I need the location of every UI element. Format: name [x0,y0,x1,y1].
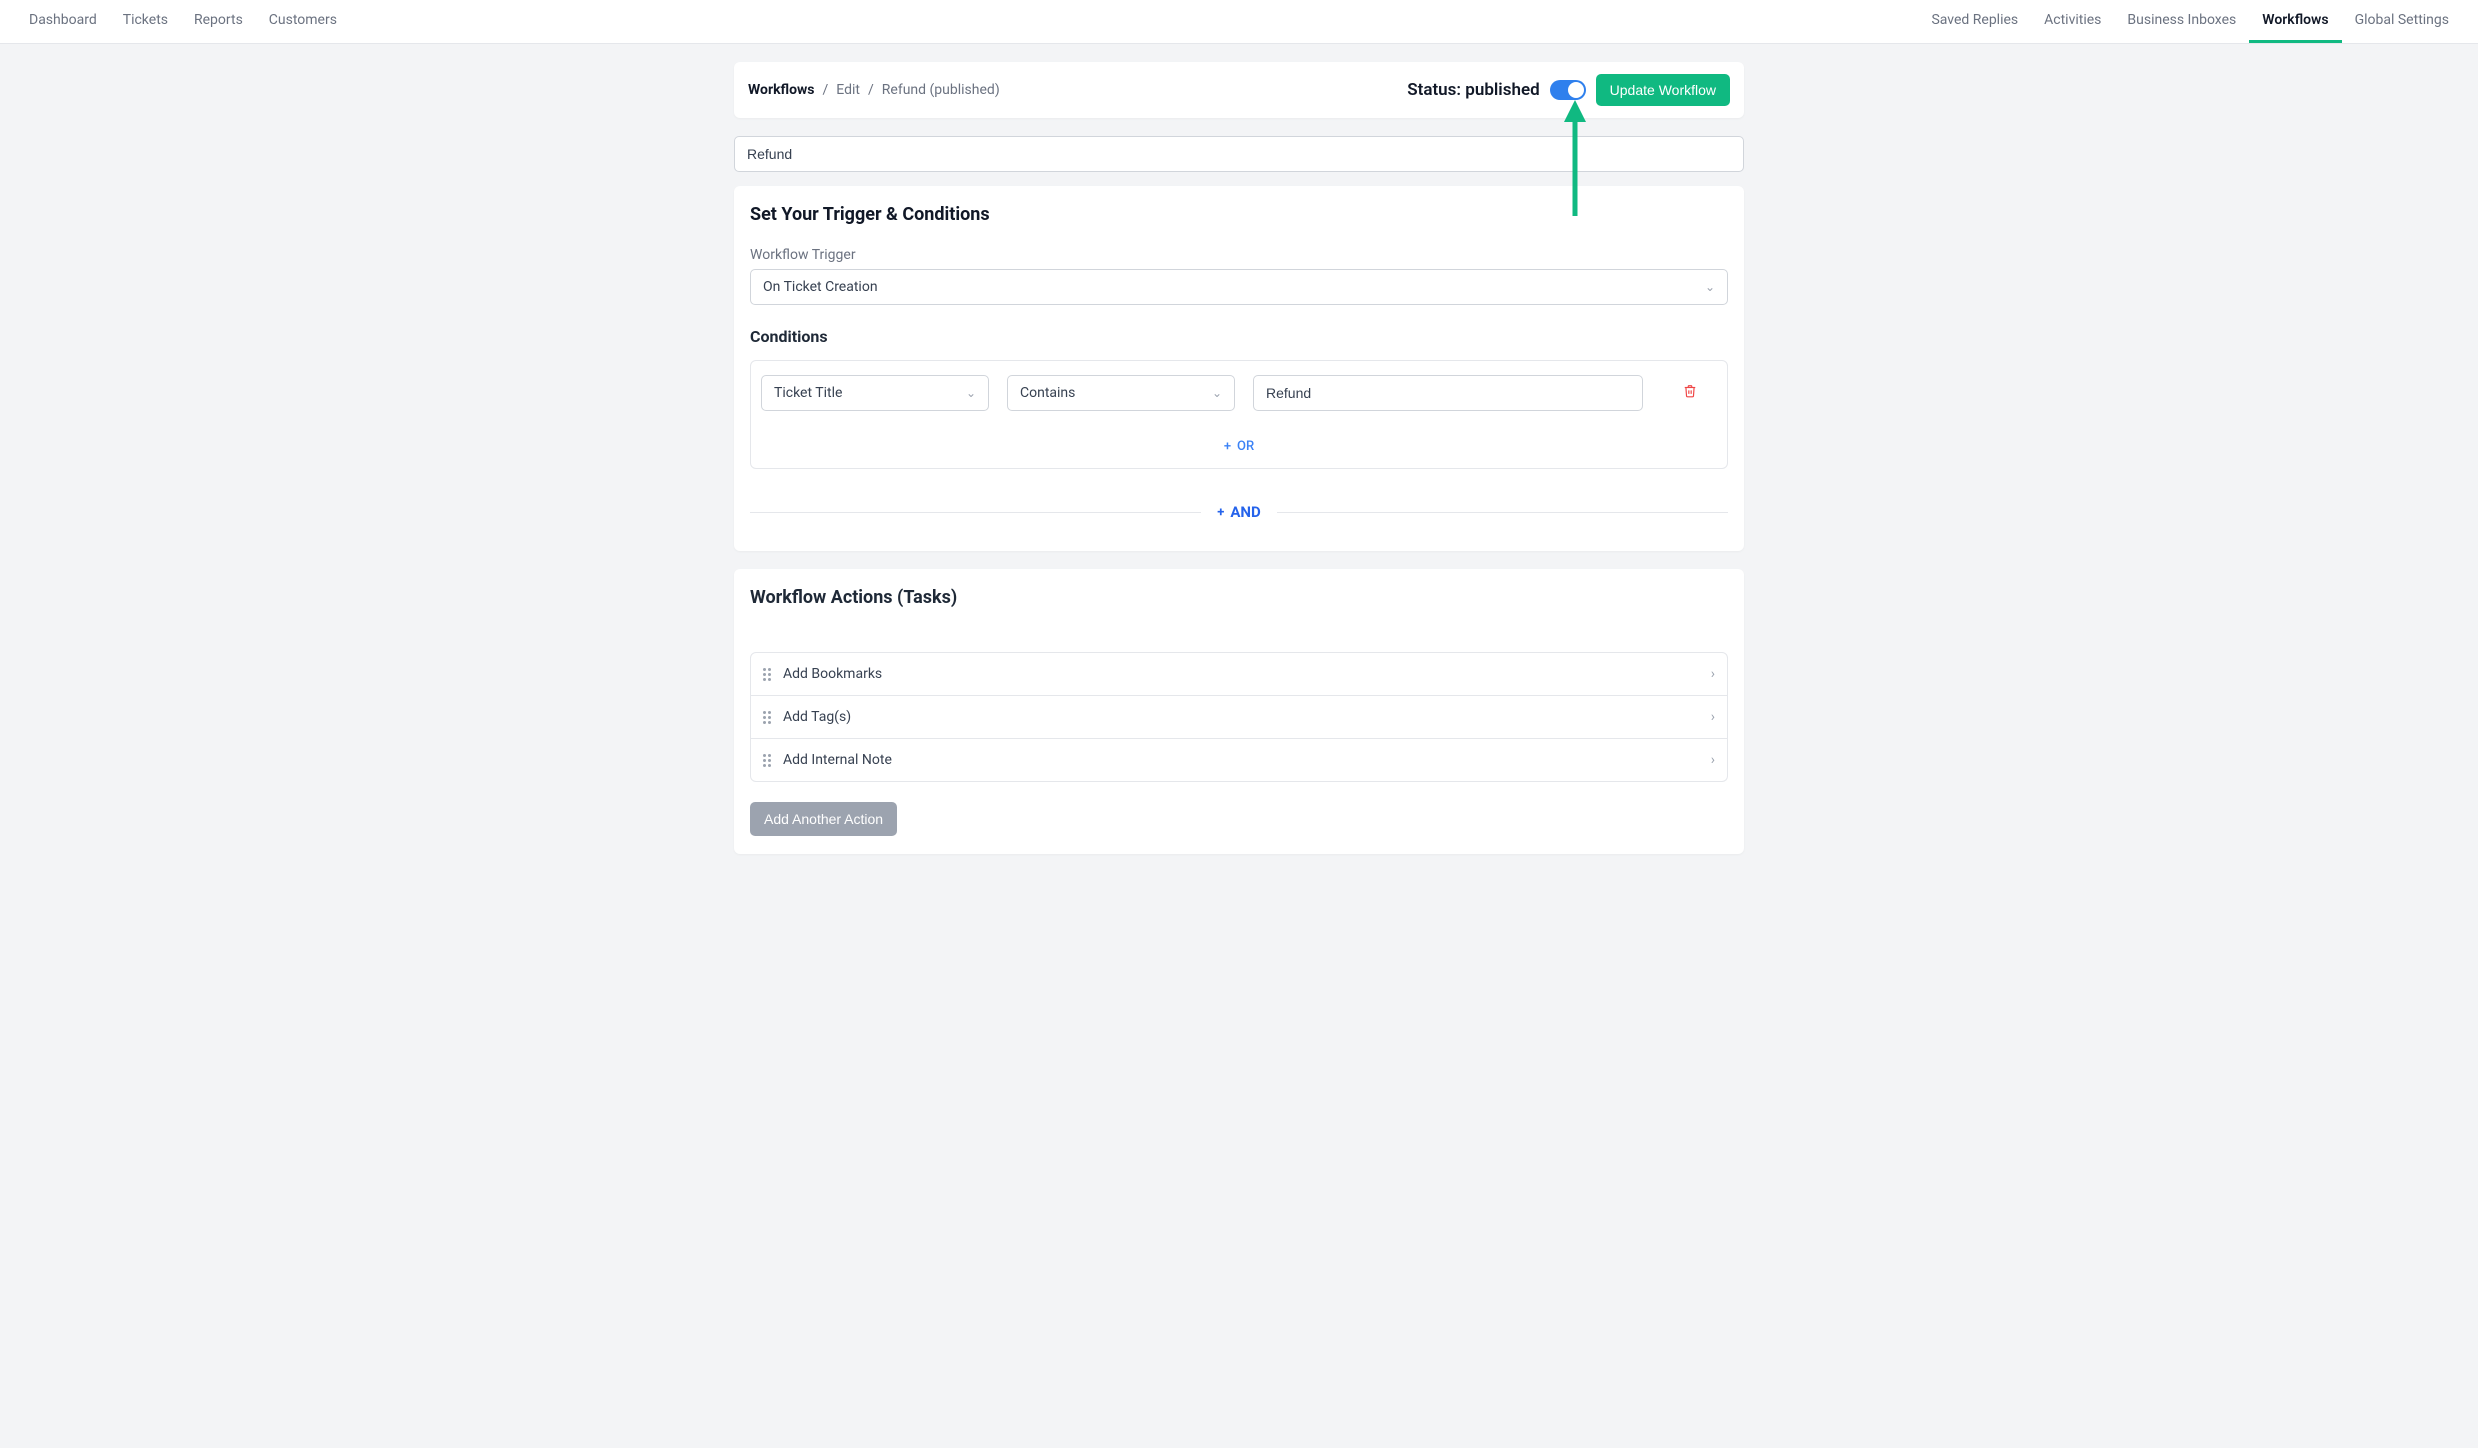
chevron-right-icon: › [1711,709,1715,725]
nav-dashboard[interactable]: Dashboard [16,0,110,43]
add-and-group-button[interactable]: + AND [750,503,1728,521]
breadcrumb-sep: / [868,82,874,98]
conditions-title: Conditions [750,327,1728,346]
nav-global-settings[interactable]: Global Settings [2342,0,2462,43]
drag-handle-icon[interactable] [763,668,771,681]
workflow-name-input[interactable] [734,136,1744,172]
breadcrumb-sep: / [823,82,829,98]
delete-condition-button[interactable] [1683,384,1697,402]
actions-list: Add Bookmarks › Add Tag(s) › [734,630,1744,802]
nav-activities[interactable]: Activities [2031,0,2114,43]
action-item-label: Add Tag(s) [783,709,851,725]
update-workflow-button[interactable]: Update Workflow [1596,74,1730,106]
nav-tickets[interactable]: Tickets [110,0,181,43]
breadcrumb: Workflows / Edit / Refund (published) [748,82,1000,98]
status-area: Status: published Update Workflow [1407,74,1730,106]
actions-title: Workflow Actions (Tasks) [734,569,1744,630]
workflow-name-wrap [734,136,1744,186]
condition-group: Ticket Title ⌄ Contains ⌄ [750,360,1728,469]
or-label: OR [1237,439,1254,454]
chevron-down-icon: ⌄ [1705,280,1715,294]
add-or-condition-button[interactable]: + OR [761,439,1717,454]
chevron-down-icon: ⌄ [1212,386,1222,400]
plus-icon: + [1224,439,1231,454]
condition-operator-select[interactable]: Contains ⌄ [1007,375,1235,411]
action-item-label: Add Internal Note [783,752,892,768]
nav-workflows[interactable]: Workflows [2249,0,2341,43]
trash-icon [1683,384,1697,398]
nav-customers[interactable]: Customers [256,0,350,43]
action-item-label: Add Bookmarks [783,666,882,682]
header-card: Workflows / Edit / Refund (published) St… [734,62,1744,118]
chevron-right-icon: › [1711,666,1715,682]
action-item-internal-note[interactable]: Add Internal Note › [750,739,1728,782]
condition-operator-value: Contains [1020,385,1075,401]
and-label: AND [1230,503,1260,521]
chevron-right-icon: › [1711,752,1715,768]
triggers-card: Set Your Trigger & Conditions Workflow T… [734,186,1744,551]
condition-field-select[interactable]: Ticket Title ⌄ [761,375,989,411]
add-another-action-button[interactable]: Add Another Action [750,802,897,836]
nav-saved-replies[interactable]: Saved Replies [1918,0,2031,43]
triggers-title: Set Your Trigger & Conditions [734,186,1744,247]
trigger-select[interactable]: On Ticket Creation ⌄ [750,269,1728,305]
top-nav: Dashboard Tickets Reports Customers Save… [0,0,2478,44]
trigger-field-label: Workflow Trigger [750,247,1728,263]
action-item-bookmarks[interactable]: Add Bookmarks › [750,652,1728,696]
breadcrumb-edit[interactable]: Edit [836,82,860,98]
nav-reports[interactable]: Reports [181,0,256,43]
action-item-tags[interactable]: Add Tag(s) › [750,696,1728,739]
toggle-knob [1568,82,1584,98]
publish-toggle[interactable] [1550,80,1586,100]
breadcrumb-root[interactable]: Workflows [748,82,815,98]
trigger-select-value: On Ticket Creation [763,279,878,295]
drag-handle-icon[interactable] [763,754,771,767]
actions-card: Workflow Actions (Tasks) Add Bookmarks › [734,569,1744,854]
nav-right-group: Saved Replies Activities Business Inboxe… [1918,0,2462,43]
nav-left-group: Dashboard Tickets Reports Customers [16,0,350,43]
condition-row: Ticket Title ⌄ Contains ⌄ [761,375,1717,411]
condition-value-input[interactable] [1253,375,1643,411]
condition-field-value: Ticket Title [774,385,842,401]
nav-business-inboxes[interactable]: Business Inboxes [2114,0,2249,43]
status-label: Status: published [1407,80,1539,100]
chevron-down-icon: ⌄ [966,386,976,400]
plus-icon: + [1217,505,1224,520]
drag-handle-icon[interactable] [763,711,771,724]
breadcrumb-item: Refund (published) [882,82,1000,98]
